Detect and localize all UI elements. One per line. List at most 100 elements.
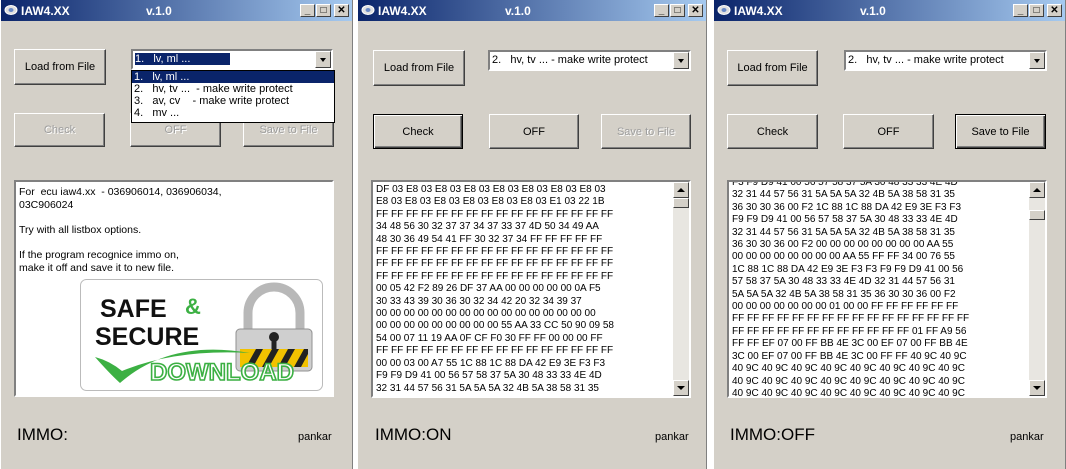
hex-line: 54 00 07 11 19 AA 0F CF F0 30 FF FF 00 0… <box>376 332 603 344</box>
author-label: pankar <box>298 431 332 443</box>
hex-line: DF 03 E8 03 E8 03 E8 03 E8 03 E8 03 E8 0… <box>376 184 606 195</box>
hex-line: 40 9C 40 9C 40 9C 40 9C 40 9C 40 9C 40 9… <box>732 387 965 398</box>
window-version: v.1.0 <box>146 4 172 18</box>
save-to-file-button[interactable]: Save to File <box>601 114 691 149</box>
badge-line2: SECURE <box>95 323 199 351</box>
app-window-1: IAW4.XX v.1.0 _ □ ✕ Load from File 1. lv… <box>0 0 353 469</box>
close-icon[interactable]: ✕ <box>1047 4 1062 17</box>
window-title: IAW4.XX <box>734 4 783 18</box>
save-to-file-button[interactable]: Save to File <box>955 114 1046 149</box>
hex-line: 00 00 03 00 A7 55 1C 88 1C 88 DA 42 E9 3… <box>376 357 606 369</box>
hex-line: 00 00 00 00 00 00 00 00 AA 55 FF FF 34 0… <box>732 251 955 263</box>
hex-line: FF FF FF FF FF FF FF FF FF FF FF FF 01 F… <box>732 325 967 337</box>
hex-line: E8 03 E8 03 E8 03 E8 03 E8 03 E8 03 E1 0… <box>376 196 605 208</box>
chevron-down-icon[interactable] <box>673 52 689 69</box>
scroll-up-icon[interactable] <box>673 182 689 198</box>
hex-line: FF FF FF FF FF FF FF FF FF FF FF FF FF F… <box>376 246 614 258</box>
minimize-icon[interactable]: _ <box>300 4 315 17</box>
hex-line: 57 58 37 5A 30 48 33 33 4E 4D 32 31 44 5… <box>732 276 955 288</box>
title-bar: IAW4.XX v.1.0 _ □ ✕ <box>714 0 1065 21</box>
minimize-icon[interactable]: _ <box>654 4 669 17</box>
hex-line: 36 30 30 36 00 F2 1C 88 1C 88 DA 42 E9 3… <box>732 201 962 213</box>
hex-line: 30 33 43 39 30 36 30 32 34 42 20 32 34 3… <box>376 295 582 307</box>
dropdown-option[interactable]: 4. mv ... <box>132 107 334 119</box>
scroll-down-icon[interactable] <box>1029 380 1045 396</box>
mode-select[interactable]: 2. hv, tv ... - make write protect <box>844 50 1047 71</box>
hex-line: F9 F9 D9 41 00 56 57 58 37 5A 30 48 33 3… <box>376 370 602 382</box>
safe-secure-download-badge: SAFE & SECURE DOWNLOAD <box>80 279 323 391</box>
hex-line: FF FF FF FF FF FF FF FF FF FF FF FF FF F… <box>376 258 614 270</box>
app-window-2: IAW4.XX v.1.0 _ □ ✕ Load from File 2. hv… <box>357 0 707 469</box>
immo-status: IMMO: <box>17 425 68 444</box>
mode-select[interactable]: 2. hv, tv ... - make write protect <box>488 50 691 71</box>
hex-line: 34 48 56 30 32 37 37 34 37 33 37 4D 50 3… <box>376 221 599 233</box>
immo-status: IMMO:OFF <box>730 425 815 444</box>
window-title: IAW4.XX <box>378 4 427 18</box>
badge-amp: & <box>185 294 201 319</box>
maximize-icon[interactable]: □ <box>670 4 685 17</box>
hex-line: F9 F9 D9 41 00 56 57 58 37 5A 30 48 33 3… <box>732 214 958 226</box>
app-icon <box>361 5 375 15</box>
off-button[interactable]: OFF <box>843 114 934 149</box>
scroll-up-icon[interactable] <box>1029 182 1045 198</box>
mode-select[interactable]: 1. lv, ml ... <box>131 49 333 70</box>
scrollbar[interactable] <box>1029 182 1045 396</box>
hex-line: FF FF EF 07 00 FF BB 4E 3C 00 EF 07 00 F… <box>732 338 968 350</box>
hex-line: 5A 5A 5A 32 4B 5A 38 58 31 35 36 30 30 3… <box>732 288 956 300</box>
check-button[interactable]: Check <box>727 114 818 149</box>
hex-line: 48 30 36 49 54 41 FF 30 32 37 34 FF FF F… <box>376 233 603 245</box>
hex-line: FF FF FF FF FF FF FF FF FF FF FF FF FF F… <box>376 270 614 282</box>
scroll-thumb[interactable] <box>673 198 689 208</box>
close-icon[interactable]: ✕ <box>688 4 703 17</box>
check-button[interactable]: Check <box>14 113 105 147</box>
scrollbar[interactable] <box>673 182 689 396</box>
load-from-file-button[interactable]: Load from File <box>14 49 106 85</box>
info-text: For ecu iaw4.xx - 036906014, 036906034, … <box>19 186 222 274</box>
hex-line: 3C 00 EF 07 00 FF BB 4E 3C 00 FF FF 40 9… <box>732 350 967 362</box>
hex-line: F3 F9 D9 41 00 56 57 58 37 5A 30 48 33 3… <box>732 180 958 188</box>
window-title: IAW4.XX <box>21 4 70 18</box>
hex-dump-area[interactable]: DF 03 E8 03 E8 03 E8 03 E8 03 E8 03 E8 0… <box>371 180 691 398</box>
dropdown-option[interactable]: 3. av, cv - make write protect <box>132 95 334 107</box>
mode-select-value: 1. lv, ml ... <box>135 53 231 65</box>
author-label: pankar <box>1010 431 1044 443</box>
hex-line: 00 00 00 00 00 00 00 00 00 00 00 00 00 0… <box>376 308 596 320</box>
app-icon <box>717 5 731 15</box>
maximize-icon[interactable]: □ <box>316 4 331 17</box>
window-version: v.1.0 <box>860 4 886 18</box>
maximize-icon[interactable]: □ <box>1029 4 1044 17</box>
hex-line: 40 9C 40 9C 40 9C 40 9C 40 9C 40 9C 40 9… <box>732 363 965 375</box>
load-from-file-button[interactable]: Load from File <box>727 50 818 86</box>
dropdown-option[interactable]: 2. hv, tv ... - make write protect <box>132 83 334 95</box>
scroll-down-icon[interactable] <box>673 380 689 396</box>
close-icon[interactable]: ✕ <box>334 4 349 17</box>
hex-dump-area[interactable]: F3 F9 D9 41 00 56 57 58 37 5A 30 48 33 3… <box>727 180 1047 398</box>
hex-dump-text: DF 03 E8 03 E8 03 E8 03 E8 03 E8 03 E8 0… <box>376 184 614 395</box>
window-version: v.1.0 <box>505 4 531 18</box>
hex-line: 32 31 44 57 56 31 5A 5A 5A 32 4B 5A 38 5… <box>732 189 955 201</box>
hex-line: 00 00 00 00 00 00 00 01 00 00 FF FF FF F… <box>732 301 959 313</box>
title-bar: IAW4.XX v.1.0 _ □ ✕ <box>1 0 352 21</box>
hex-line: 32 31 44 57 56 31 5A 5A 5A 32 4B 5A 38 5… <box>732 226 955 238</box>
hex-line: 1C 88 1C 88 DA 42 E9 3E F3 F3 F9 F9 D9 4… <box>732 263 964 275</box>
hex-line: FF FF FF FF FF FF FF FF FF FF FF FF FF F… <box>732 313 970 325</box>
mode-select-value: 2. hv, tv ... - make write protect <box>492 54 648 66</box>
hex-line: 36 30 30 36 00 F2 00 00 00 00 00 00 00 0… <box>732 239 954 251</box>
title-bar: IAW4.XX v.1.0 _ □ ✕ <box>358 0 706 21</box>
check-button[interactable]: Check <box>373 114 463 149</box>
badge-line1: SAFE <box>100 295 167 323</box>
minimize-icon[interactable]: _ <box>1013 4 1028 17</box>
off-button[interactable]: OFF <box>489 114 579 149</box>
immo-status: IMMO:ON <box>375 425 452 444</box>
author-label: pankar <box>655 431 689 443</box>
dropdown-option[interactable]: 1. lv, ml ... <box>132 71 334 83</box>
mode-dropdown-list[interactable]: 1. lv, ml ... 2. hv, tv ... - make write… <box>131 70 335 123</box>
app-window-3: IAW4.XX v.1.0 _ □ ✕ Load from File 2. hv… <box>713 0 1066 469</box>
chevron-down-icon[interactable] <box>1029 52 1045 69</box>
hex-dump-text: F3 F9 D9 41 00 56 57 58 37 5A 30 48 33 3… <box>732 180 970 398</box>
chevron-down-icon[interactable] <box>315 51 331 68</box>
scroll-thumb[interactable] <box>1029 210 1045 220</box>
app-icon <box>4 5 18 15</box>
load-from-file-button[interactable]: Load from File <box>373 50 465 86</box>
badge-line3: DOWNLOAD <box>150 359 294 386</box>
